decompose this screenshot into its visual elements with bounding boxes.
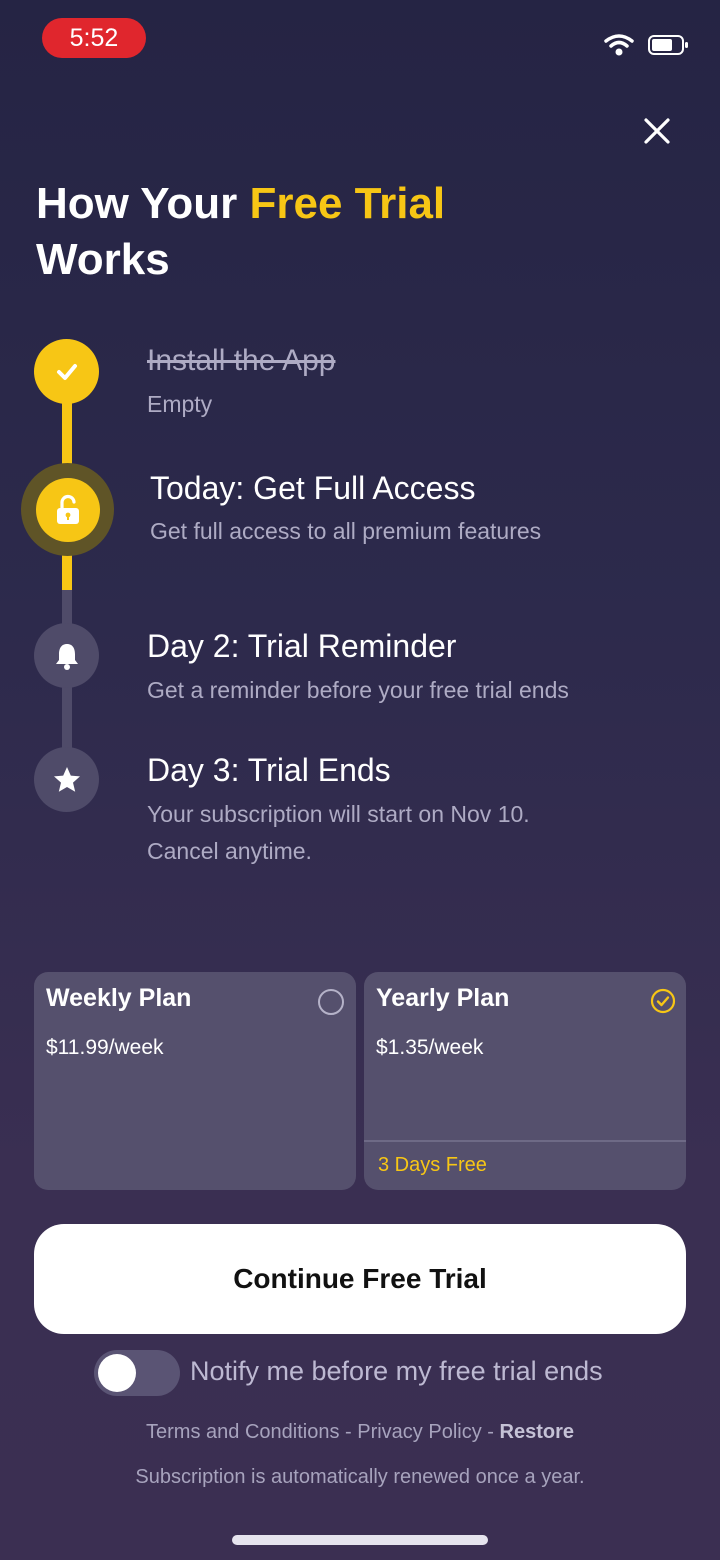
toggle-knob [98, 1354, 136, 1392]
step-title-ends: Day 3: Trial Ends [147, 752, 391, 788]
privacy-link[interactable]: Privacy Policy [357, 1421, 481, 1443]
plan-price: $1.35/week [376, 1036, 484, 1059]
unlock-icon [56, 494, 79, 524]
status-time: 5:52 [42, 18, 146, 58]
bell-icon [55, 643, 78, 670]
step-title-reminder: Day 2: Trial Reminder [147, 628, 457, 664]
step-current-badge [35, 477, 100, 542]
checkmark-icon [56, 363, 77, 380]
link-separator: - [481, 1421, 500, 1443]
step-current-halo [21, 463, 114, 556]
plan-trial-badge: 3 Days Free [378, 1154, 487, 1176]
plan-name: Weekly Plan [46, 984, 192, 1012]
check-circle-icon[interactable] [650, 988, 676, 1014]
link-separator: - [339, 1421, 358, 1443]
wifi-icon [604, 34, 634, 56]
notify-toggle[interactable] [94, 1350, 180, 1396]
star-icon [53, 766, 80, 792]
plan-divider [364, 1140, 686, 1142]
plan-price: $11.99/week [46, 1036, 164, 1059]
step-ends-badge [34, 747, 99, 812]
step-reminder-badge [34, 623, 99, 688]
continue-free-trial-button[interactable]: Continue Free Trial [34, 1224, 686, 1334]
step-desc-access: Get full access to all premium features [150, 518, 542, 544]
terms-link[interactable]: Terms and Conditions [146, 1421, 339, 1443]
step-completed-badge [34, 339, 99, 404]
restore-link[interactable]: Restore [500, 1421, 574, 1443]
plan-name: Yearly Plan [376, 984, 510, 1012]
plan-card-yearly[interactable]: Yearly Plan $1.35/week 3 Days Free [364, 972, 686, 1190]
plan-card-weekly[interactable]: Weekly Plan $11.99/week [34, 972, 356, 1190]
footer-links: Terms and Conditions - Privacy Policy - … [0, 1421, 720, 1444]
home-indicator [232, 1535, 488, 1545]
step-title-install: Install the App [147, 344, 336, 377]
step-desc-ends: Your subscription will start on Nov 10. … [147, 801, 530, 864]
renewal-note: Subscription is automatically renewed on… [135, 1466, 585, 1488]
battery-icon [648, 35, 688, 55]
page-title: How Your Free Trial Works [36, 179, 446, 284]
step-desc-install: Empty [147, 391, 213, 417]
status-icons [604, 30, 690, 60]
radio-unselected-icon[interactable] [318, 989, 344, 1015]
step-title-access: Today: Get Full Access [150, 470, 476, 506]
step-desc-reminder: Get a reminder before your free trial en… [147, 677, 569, 703]
close-icon[interactable] [636, 110, 678, 152]
notify-label: Notify me before my free trial ends [190, 1356, 603, 1386]
